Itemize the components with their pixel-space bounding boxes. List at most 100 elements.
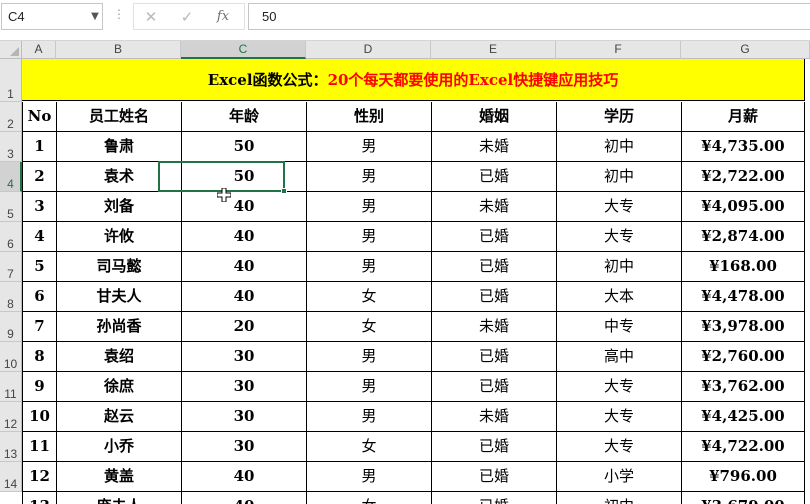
select-all-button[interactable]	[0, 41, 22, 59]
header-cell[interactable]: No	[22, 102, 56, 132]
cell-marital[interactable]: 已婚	[431, 222, 556, 252]
cell-marital[interactable]: 未婚	[431, 192, 556, 222]
cell-name[interactable]: 小乔	[56, 432, 181, 462]
cell-name[interactable]: 甘夫人	[56, 282, 181, 312]
cell-education[interactable]: 大专	[556, 372, 681, 402]
cell-salary[interactable]: ¥2,874.00	[681, 222, 805, 252]
cell-no[interactable]: 8	[22, 342, 56, 372]
cell-gender[interactable]: 男	[306, 252, 431, 282]
cell-education[interactable]: 高中	[556, 342, 681, 372]
cell-no[interactable]: 4	[22, 222, 56, 252]
cell-salary[interactable]: ¥3,762.00	[681, 372, 805, 402]
cell-salary[interactable]: ¥4,722.00	[681, 432, 805, 462]
column-header-e[interactable]: E	[431, 41, 556, 59]
cell-education[interactable]: 初中	[556, 162, 681, 192]
cell-gender[interactable]: 男	[306, 222, 431, 252]
column-header-g[interactable]: G	[681, 41, 810, 59]
formula-input[interactable]: 50	[248, 3, 810, 30]
row-header-6[interactable]: 6	[0, 222, 22, 252]
cell-name[interactable]: 刘备	[56, 192, 181, 222]
cell-age[interactable]: 40	[181, 462, 306, 492]
cell-gender[interactable]: 男	[306, 372, 431, 402]
cell-marital[interactable]: 已婚	[431, 492, 556, 504]
cell-education[interactable]: 大本	[556, 282, 681, 312]
cell-education[interactable]: 初中	[556, 492, 681, 504]
cell-salary[interactable]: ¥4,478.00	[681, 282, 805, 312]
row-header-1[interactable]: 1	[0, 59, 22, 102]
cell-age[interactable]: 40	[181, 192, 306, 222]
cell-salary[interactable]: ¥796.00	[681, 462, 805, 492]
row-header-13[interactable]: 13	[0, 432, 22, 462]
cell-salary[interactable]: ¥3,679.00	[681, 492, 805, 504]
name-box[interactable]: C4 ▼	[1, 3, 103, 30]
cell-age[interactable]: 40	[181, 222, 306, 252]
header-cell[interactable]: 年龄	[181, 102, 306, 132]
chevron-down-icon[interactable]: ▼	[88, 10, 102, 24]
cell-name[interactable]: 袁术	[56, 162, 181, 192]
cell-name[interactable]: 孙尚香	[56, 312, 181, 342]
cell-gender[interactable]: 男	[306, 192, 431, 222]
cell-no[interactable]: 1	[22, 132, 56, 162]
cell-age[interactable]: 40	[181, 282, 306, 312]
close-icon[interactable]: ✕	[138, 7, 164, 27]
cell-age[interactable]: 20	[181, 312, 306, 342]
cell-no[interactable]: 12	[22, 462, 56, 492]
column-header-a[interactable]: A	[22, 41, 56, 59]
row-header-2[interactable]: 2	[0, 102, 22, 132]
cell-no[interactable]: 7	[22, 312, 56, 342]
cell-age[interactable]: 30	[181, 432, 306, 462]
cell-age[interactable]: 30	[181, 372, 306, 402]
cell-gender[interactable]: 男	[306, 162, 431, 192]
cell-no[interactable]: 6	[22, 282, 56, 312]
cell-marital[interactable]: 已婚	[431, 462, 556, 492]
cell-no[interactable]: 10	[22, 402, 56, 432]
row-header-4[interactable]: 4	[0, 162, 22, 192]
cell-education[interactable]: 大专	[556, 192, 681, 222]
row-header-8[interactable]: 8	[0, 282, 22, 312]
cell-salary[interactable]: ¥4,425.00	[681, 402, 805, 432]
cell-marital[interactable]: 已婚	[431, 432, 556, 462]
cell-education[interactable]: 初中	[556, 252, 681, 282]
cell-age[interactable]: 40	[181, 252, 306, 282]
cell-education[interactable]: 大专	[556, 432, 681, 462]
cell-salary[interactable]: ¥4,735.00	[681, 132, 805, 162]
cell-name[interactable]: 袁绍	[56, 342, 181, 372]
cell-education[interactable]: 大专	[556, 402, 681, 432]
cell-name[interactable]: 庞夫人	[56, 492, 181, 504]
cell-area[interactable]: Excel函数公式：20个每天都要使用的Excel快捷键应用技巧 No 员工姓名…	[22, 59, 810, 504]
cell-marital[interactable]: 已婚	[431, 342, 556, 372]
cell-salary[interactable]: ¥168.00	[681, 252, 805, 282]
cell-name[interactable]: 司马懿	[56, 252, 181, 282]
cell-marital[interactable]: 已婚	[431, 252, 556, 282]
cell-no[interactable]: 3	[22, 192, 56, 222]
cell-education[interactable]: 中专	[556, 312, 681, 342]
cell-marital[interactable]: 已婚	[431, 162, 556, 192]
sheet-title-cell[interactable]: Excel函数公式：20个每天都要使用的Excel快捷键应用技巧	[22, 59, 805, 101]
cell-education[interactable]: 小学	[556, 462, 681, 492]
cell-gender[interactable]: 女	[306, 282, 431, 312]
cell-name[interactable]: 徐庶	[56, 372, 181, 402]
cell-age[interactable]: 30	[181, 342, 306, 372]
header-cell[interactable]: 学历	[556, 102, 681, 132]
cell-name[interactable]: 赵云	[56, 402, 181, 432]
cell-salary[interactable]: ¥2,760.00	[681, 342, 805, 372]
vertical-dots-icon[interactable]: ⋮	[113, 8, 125, 20]
cell-gender[interactable]: 男	[306, 462, 431, 492]
header-cell[interactable]: 员工姓名	[56, 102, 181, 132]
cell-gender[interactable]: 男	[306, 132, 431, 162]
column-header-d[interactable]: D	[306, 41, 431, 59]
cell-salary[interactable]: ¥3,978.00	[681, 312, 805, 342]
cell-education[interactable]: 初中	[556, 132, 681, 162]
row-header-5[interactable]: 5	[0, 192, 22, 222]
cell-salary[interactable]: ¥2,722.00	[681, 162, 805, 192]
cell-age[interactable]: 50	[181, 132, 306, 162]
cell-name[interactable]: 鲁肃	[56, 132, 181, 162]
cell-name[interactable]: 黄盖	[56, 462, 181, 492]
cell-no[interactable]: 5	[22, 252, 56, 282]
cell-no[interactable]: 9	[22, 372, 56, 402]
cell-no[interactable]: 2	[22, 162, 56, 192]
cell-gender[interactable]: 男	[306, 342, 431, 372]
cell-name[interactable]: 许攸	[56, 222, 181, 252]
cell-no[interactable]: 11	[22, 432, 56, 462]
cell-gender[interactable]: 女	[306, 432, 431, 462]
